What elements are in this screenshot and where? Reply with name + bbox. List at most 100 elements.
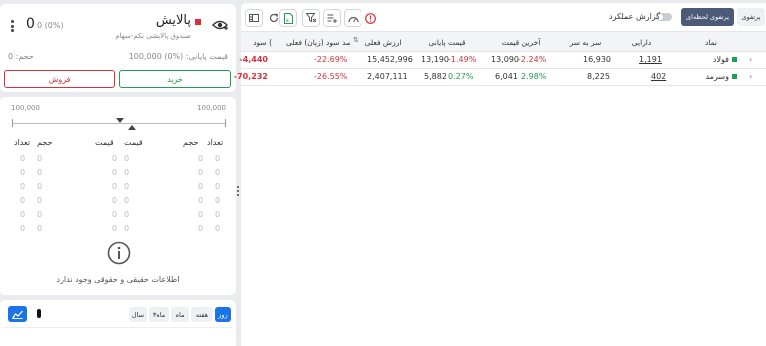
ob-cell: 0 [37,182,43,191]
expand-chevron-icon[interactable]: › [749,55,752,64]
col-header-symbol[interactable]: نماد [696,38,726,47]
ob-cell: 0 [37,154,43,163]
ob-cell: 0 [124,168,130,177]
ob-cell: 0 [124,154,130,163]
ob-cell: 0 [112,224,118,233]
ob-header-volume-right: حجم [183,138,199,147]
cell-breakeven: 8,225 [587,72,610,81]
ob-row: 000000 [0,182,236,196]
more-menu-icon[interactable] [11,20,15,32]
col-header-value[interactable]: ارزش فعلی [361,38,405,47]
ob-row: 000000 [0,154,236,168]
alert-button[interactable] [361,9,379,27]
table-row[interactable]: › فولاد 1,191 16,930 -2.24% 13,090 -1.49… [239,52,766,69]
cell-profit: -4,440 [239,55,268,64]
cell-value: 2,407,111 [367,72,408,81]
watch-eye-icon[interactable] [212,18,228,32]
marker-toggle-icon[interactable] [37,309,41,318]
cell-last-change: 2.98% [521,72,547,81]
sell-button[interactable]: فروش [4,70,115,88]
ob-header-price-left: قیمت [95,138,114,147]
ob-cell: 0 [198,224,204,233]
ob-cell: 0 [20,196,26,205]
volume: حجم: 0 [8,52,34,61]
ob-cell: 0 [215,224,221,233]
ob-rows: 000000 000000 000000 000000 000000 00000… [0,154,236,238]
period-3month[interactable]: ۳ماه [149,307,169,322]
ob-cell: 0 [215,154,221,163]
price-change: 0 (0%) [37,21,64,30]
ob-cell: 0 [124,182,130,191]
col-header-breakeven[interactable]: سر به سر [563,38,608,47]
tab-portfolio[interactable]: پرتفوی [737,8,765,26]
filter-clear-icon [305,13,316,23]
ob-cell: 0 [215,182,221,191]
ob-cell: 0 [20,210,26,219]
ob-cell: 0 [37,224,43,233]
ob-cell: 0 [20,224,26,233]
period-week[interactable]: هفته [191,307,213,322]
base-price: قیمت پایانی: 100,000 (0%) [128,52,228,61]
clear-filter-button[interactable] [302,9,320,27]
col-header-assets[interactable]: دارایی [624,38,659,47]
ob-cell: 0 [198,168,204,177]
expand-chevron-icon[interactable]: › [749,72,752,81]
ob-cell: 0 [20,154,26,163]
symbol-status-square [732,74,737,79]
cell-close-change: 0.27% [448,72,474,81]
cell-symbol[interactable]: وسرمد [696,72,729,81]
cell-last-price: 6,041 [495,72,518,81]
empty-legal-info-message: اطلاعات حقیقی و حقوقی وجود ندارد [56,275,180,284]
buy-button[interactable]: خرید [119,70,231,88]
area-chart-icon [12,310,23,319]
cell-symbol[interactable]: فولاد [696,55,729,64]
ob-cell: 0 [112,168,118,177]
svg-text:x: x [285,17,289,23]
tab-instant-portfolio[interactable]: پرتفوی لحظه‌ای [681,8,734,26]
table-row[interactable]: › وسرمد 402 8,225 2.98% 6,041 0.27% 5,88… [234,69,766,86]
gauge-icon [347,16,359,22]
range-up-marker-icon [128,125,136,130]
ob-cell: 0 [112,182,118,191]
range-high: 100,000 [197,104,226,112]
sort-icon[interactable]: ⇅ [353,36,359,44]
chart-controls-card: سال ۳ماه ماه هفته روز [0,300,236,346]
ob-cell: 0 [124,224,130,233]
period-year[interactable]: سال [129,307,147,322]
symbol-name: پالایش [155,13,191,28]
cell-profit-pct: -26.55% [314,72,348,81]
cell-assets[interactable]: 1,191 [639,55,662,64]
col-header-profit[interactable]: سود ( [242,38,272,47]
chart-divider [4,327,232,328]
export-excel-button[interactable]: x [279,9,297,27]
ob-cell: 0 [198,154,204,163]
last-price: 0 [26,16,35,32]
cell-value: 15,452,996 [367,55,413,64]
panel-resize-handle[interactable] [236,186,240,196]
period-month[interactable]: ماه [171,307,189,322]
col-header-close-price[interactable]: قیمت پایانی [413,38,481,47]
report-label: گزارش عملکرد [609,12,661,21]
dashboard-button[interactable] [344,9,362,27]
price-range-bar [12,123,226,124]
ob-cell: 0 [215,210,221,219]
chart-type-button[interactable] [8,306,27,322]
ob-header-price-right: قیمت [124,138,143,147]
columns-button[interactable] [245,9,263,27]
ob-cell: 0 [198,182,204,191]
ob-cell: 0 [37,210,43,219]
cell-profit-pct: -22.69% [314,55,348,64]
symbol-card: پالایش صندوق پالایشی یکم-سهام 0 0 (0%) ق… [0,4,236,92]
col-header-last-price[interactable]: آخرین قیمت [489,38,553,47]
ob-cell: 0 [37,168,43,177]
info-icon [107,241,131,265]
ob-cell: 0 [112,196,118,205]
col-header-profit-pct[interactable]: درصد سود (زیان) فعلی [286,38,350,47]
period-day[interactable]: روز [215,307,231,322]
ob-cell: 0 [112,154,118,163]
ob-cell: 0 [124,196,130,205]
range-low: 100,000 [11,104,40,112]
cell-assets[interactable]: 402 [651,72,666,81]
add-row-button[interactable] [323,9,341,27]
ob-cell: 0 [20,182,26,191]
